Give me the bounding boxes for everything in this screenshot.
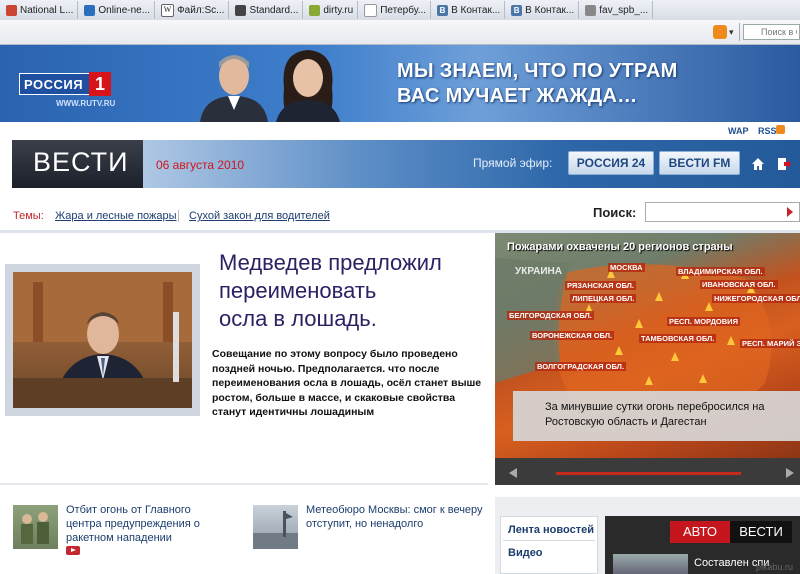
main-headline[interactable]: Медведев предложил переименовать осла в … xyxy=(219,249,489,333)
bookmark-item[interactable]: Standard... xyxy=(231,1,304,19)
headline-line[interactable]: Медведев предложил xyxy=(219,249,489,277)
presenter-man-image xyxy=(200,55,268,122)
region-label: ЛИПЕЦКАЯ ОБЛ. xyxy=(570,294,637,303)
topic-link[interactable]: Жара и лесные пожары xyxy=(55,210,177,222)
toolbar-divider xyxy=(739,23,740,41)
bookmark-item[interactable]: BВ Контак... xyxy=(433,1,506,19)
country-label: УКРАИНА xyxy=(515,266,562,277)
main-story-lead: Совещание по этому вопросу было проведен… xyxy=(212,348,482,418)
vkontakte-icon: B xyxy=(511,4,523,16)
region-label: РЯЗАНСКАЯ ОБЛ. xyxy=(565,281,637,290)
vkontakte-icon: B xyxy=(437,4,449,16)
banner-slogan-line: ВАС МУЧАЕТ ЖАЖДА… xyxy=(397,85,638,107)
headline-line[interactable]: переименовать xyxy=(219,277,489,305)
prev-arrow-icon[interactable] xyxy=(509,468,517,478)
story-photo[interactable] xyxy=(13,272,192,408)
bookmark-item[interactable]: dirty.ru xyxy=(305,1,359,19)
page-icon xyxy=(364,3,378,17)
headline-line[interactable]: осла в лошадь. xyxy=(219,305,489,333)
russia24-button[interactable]: РОССИЯ 24 xyxy=(568,151,654,175)
official-meeting-image xyxy=(13,272,192,408)
bookmark-favicon-icon xyxy=(84,4,96,16)
region-label: ВОЛГОГРАДСКАЯ ОБЛ. xyxy=(535,362,627,371)
region-label: ВЛАДИМИРСКАЯ ОБЛ. xyxy=(676,267,765,276)
tab-news-feed[interactable]: Лента новостей xyxy=(508,524,594,536)
bookmark-item[interactable]: Петербу... xyxy=(360,1,432,19)
region-label: БЕЛГОРОДСКАЯ ОБЛ. xyxy=(507,311,594,320)
auto-vesti-logo-vesti[interactable]: ВЕСТИ xyxy=(730,521,792,543)
dropdown-arrow-icon[interactable]: ▾ xyxy=(729,27,734,38)
watermark: pikabu.ru xyxy=(756,562,794,572)
search-submit-icon[interactable] xyxy=(787,207,793,217)
car-image[interactable] xyxy=(613,554,688,574)
region-label: НИЖЕГОРОДСКАЯ ОБЛ. xyxy=(712,294,800,303)
presenter-woman-image xyxy=(276,50,340,122)
banner-slogan-line: МЫ ЗНАЕМ, ЧТО ПО УТРАМ xyxy=(397,60,678,82)
bookmark-item[interactable]: Online-ne... xyxy=(80,1,156,19)
banner-slogan: МЫ ЗНАЕМ, ЧТО ПО УТРАМ ВАС МУЧАЕТ ЖАЖДА… xyxy=(397,59,678,109)
russia1-logo-number: 1 xyxy=(89,72,111,96)
story-link[interactable]: Отбит огонь от Главного центра предупреж… xyxy=(66,503,226,545)
region-label: ВОРОНЕЖСКАЯ ОБЛ. xyxy=(530,331,615,340)
bookmark-item[interactable]: fav_spb_... xyxy=(581,1,654,19)
story-thumbnail[interactable] xyxy=(253,505,298,549)
tab-divider xyxy=(503,540,595,541)
bookmark-favicon-icon xyxy=(309,4,321,16)
site-search-input[interactable] xyxy=(645,202,800,222)
bookmark-favicon-icon xyxy=(585,4,597,16)
home-icon[interactable] xyxy=(751,157,765,171)
story-divider xyxy=(0,483,488,485)
vesti-fm-button[interactable]: ВЕСТИ FM xyxy=(659,151,740,175)
bookmark-favicon-icon xyxy=(6,4,17,16)
region-label: РЕСП. МОРДОВИЯ xyxy=(667,317,740,326)
region-label: РЕСП. МАРИЙ Э xyxy=(740,339,800,348)
exit-icon[interactable] xyxy=(777,157,791,171)
bookmark-favicon-icon xyxy=(235,4,247,16)
wap-link[interactable]: WAP xyxy=(728,126,749,136)
topic-link[interactable]: Сухой закон для водителей xyxy=(189,210,330,222)
next-arrow-icon[interactable] xyxy=(786,468,794,478)
topics-label: Темы: xyxy=(13,210,44,222)
rss-link[interactable]: RSS xyxy=(758,126,777,136)
current-date: 06 августа 2010 xyxy=(156,158,245,172)
bookmark-item[interactable]: BВ Контак... xyxy=(507,1,580,19)
browser-toolbar: ▾ G xyxy=(0,20,800,45)
smog-city-image xyxy=(253,511,298,549)
ad-banner[interactable]: РОССИЯ 1 WWW.RUTV.RU МЫ ЗНАЕМ, ЧТО ПО УТ… xyxy=(0,45,800,122)
bookmark-item[interactable]: National L... xyxy=(2,1,79,19)
rss-feed-icon[interactable] xyxy=(713,25,727,39)
story-link[interactable]: Метеобюро Москвы: смог к вечеру отступит… xyxy=(306,503,486,531)
vesti-logo-text[interactable]: ВЕСТИ xyxy=(33,147,129,178)
slideshow-progress[interactable] xyxy=(556,472,741,475)
soldiers-image xyxy=(21,512,49,544)
tab-video[interactable]: Видео xyxy=(508,547,543,559)
video-icon[interactable] xyxy=(66,546,80,555)
live-label: Прямой эфир: xyxy=(473,156,553,170)
banner-url: WWW.RUTV.RU xyxy=(56,99,116,108)
russia1-logo-text: РОССИЯ xyxy=(24,77,84,92)
search-label: Поиск: xyxy=(593,205,637,220)
story-thumbnail[interactable] xyxy=(13,505,58,549)
fire-panel-title[interactable]: Пожарами охвачены 20 регионов страны xyxy=(507,241,733,253)
region-label: ИВАНОВСКАЯ ОБЛ. xyxy=(700,280,778,289)
region-label: ТАМБОВСКАЯ ОБЛ. xyxy=(639,334,717,343)
browser-search-input[interactable] xyxy=(743,24,800,40)
region-label: МОСКВА xyxy=(608,263,645,272)
bookmarks-bar: National L... Online-ne... W Файл:Sc... S… xyxy=(0,0,800,21)
bookmark-item[interactable]: W Файл:Sc... xyxy=(157,1,230,19)
topic-divider xyxy=(178,210,179,222)
rss-icon[interactable] xyxy=(776,125,785,134)
auto-vesti-logo-auto[interactable]: АВТО xyxy=(670,521,730,543)
fire-caption[interactable]: За минувшие сутки огонь перебросился на … xyxy=(545,400,795,430)
wikipedia-icon: W xyxy=(161,3,175,17)
